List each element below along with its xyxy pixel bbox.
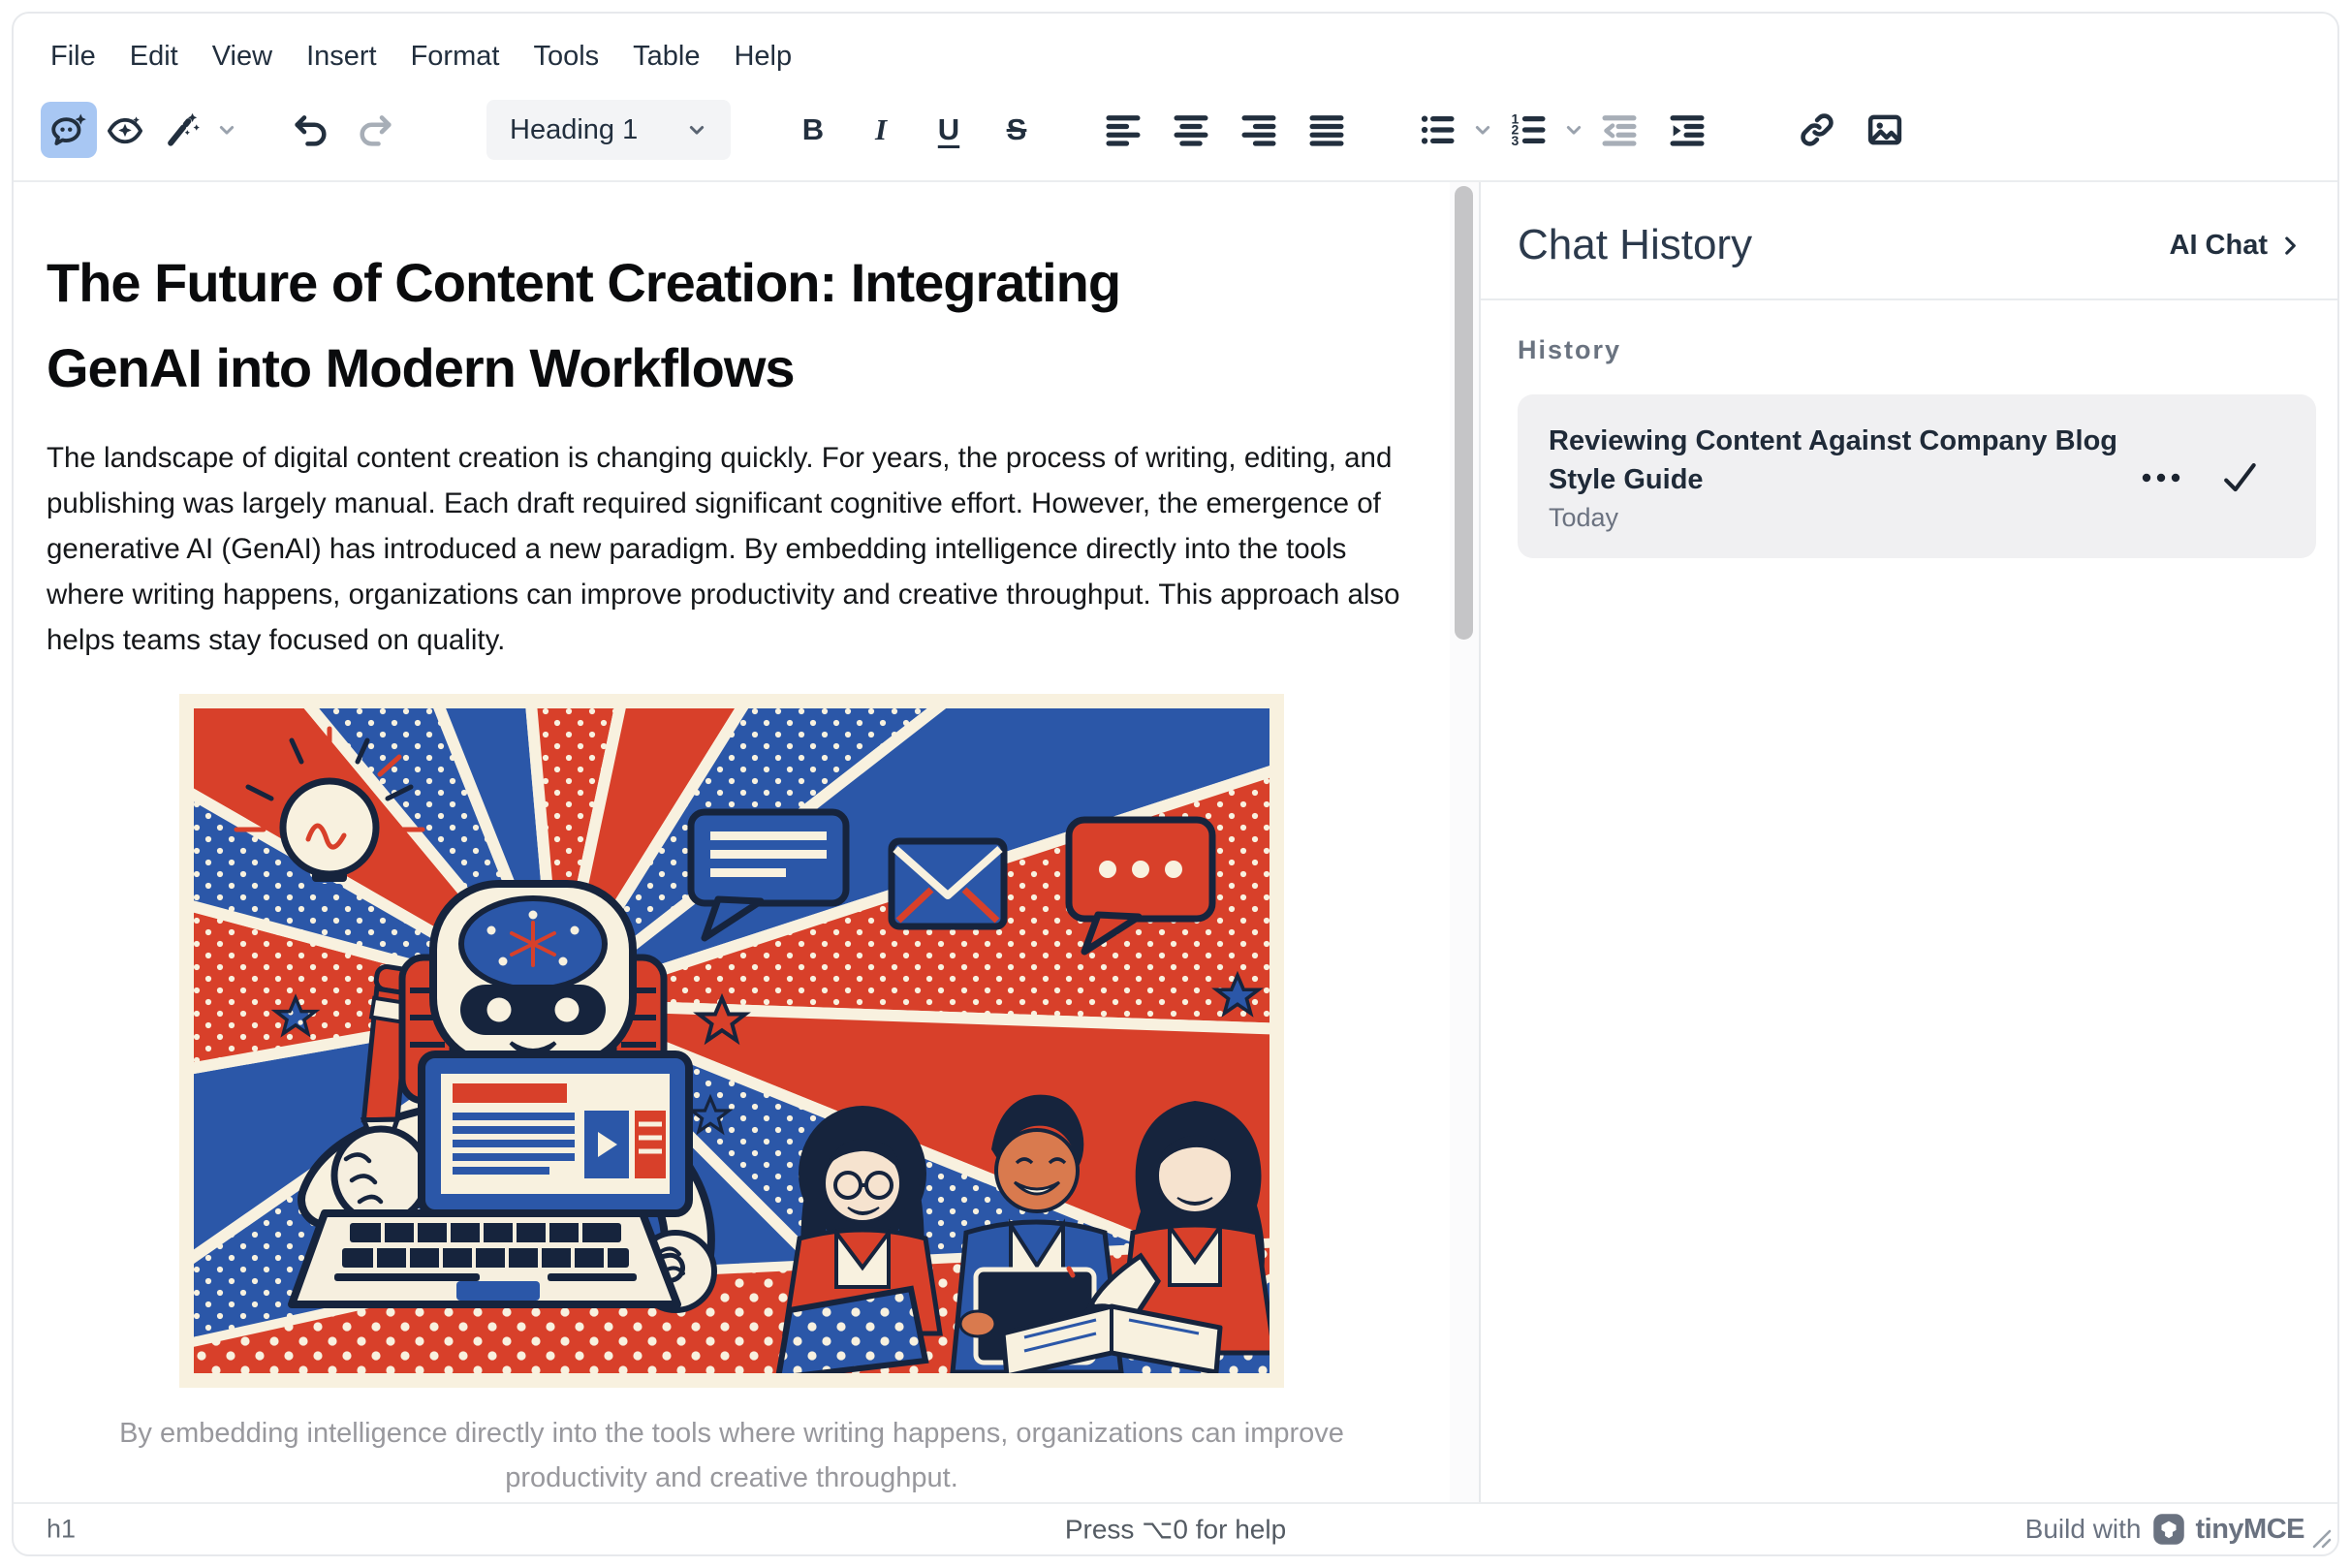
branding[interactable]: Build with tinyMCE bbox=[2025, 1512, 2304, 1547]
ai-chat-button[interactable] bbox=[41, 102, 97, 158]
ai-chat-link[interactable]: AI Chat bbox=[2170, 230, 2304, 262]
align-center-icon bbox=[1171, 110, 1211, 150]
menu-format[interactable]: Format bbox=[411, 41, 500, 73]
image-icon bbox=[1865, 110, 1905, 150]
link-button[interactable] bbox=[1789, 102, 1845, 158]
outdent-button[interactable] bbox=[1591, 102, 1647, 158]
history-item-text: Reviewing Content Against Company Blog S… bbox=[1549, 422, 2140, 533]
outdent-icon bbox=[1599, 110, 1640, 150]
chevron-down-icon bbox=[212, 115, 241, 144]
align-right-button[interactable] bbox=[1231, 102, 1287, 158]
document-paragraph: The landscape of digital content creatio… bbox=[47, 435, 1417, 663]
editor-content[interactable]: The Future of Content Creation: Integrat… bbox=[14, 182, 1450, 1502]
undo-button[interactable] bbox=[283, 102, 339, 158]
indent-icon bbox=[1667, 110, 1708, 150]
editor-pane[interactable]: The Future of Content Creation: Integrat… bbox=[14, 182, 1479, 1502]
underline-button[interactable]: U bbox=[921, 102, 977, 158]
italic-label: I bbox=[875, 112, 887, 147]
scrollbar-thumb[interactable] bbox=[1455, 186, 1473, 640]
bullet-list-dropdown[interactable] bbox=[1465, 102, 1500, 158]
heading-line-2: GenAI into Modern Workflows bbox=[47, 326, 1417, 411]
image-caption: By embedding intelligence directly into … bbox=[87, 1411, 1376, 1500]
redo-button[interactable] bbox=[347, 102, 403, 158]
menu-view[interactable]: View bbox=[212, 41, 272, 73]
ai-chat-icon bbox=[48, 110, 89, 150]
ai-shortcuts-dropdown[interactable] bbox=[209, 102, 244, 158]
toolbar: Heading 1 B I U S bbox=[14, 85, 2337, 182]
history-item-menu-button[interactable] bbox=[2140, 470, 2182, 486]
sidebar-divider bbox=[1481, 298, 2337, 300]
heading-line-1: The Future of Content Creation: Integrat… bbox=[47, 240, 1417, 326]
insert-image-button[interactable] bbox=[1857, 102, 1913, 158]
history-item-title: Reviewing Content Against Company Blog S… bbox=[1549, 422, 2120, 499]
link-icon bbox=[1797, 110, 1837, 150]
statusbar: h1 Press ⌥0 for help Build with tinyMCE bbox=[14, 1502, 2337, 1554]
menu-tools[interactable]: Tools bbox=[533, 41, 599, 73]
editor-window: File Edit View Insert Format Tools Table… bbox=[12, 12, 2339, 1556]
chat-history-sidebar: Chat History AI Chat History Reviewing C… bbox=[1479, 182, 2337, 1502]
ai-review-button[interactable] bbox=[97, 102, 153, 158]
branding-name: tinyMCE bbox=[2196, 1514, 2305, 1546]
bold-button[interactable]: B bbox=[785, 102, 841, 158]
ai-review-icon bbox=[105, 110, 145, 150]
menu-insert[interactable]: Insert bbox=[306, 41, 377, 73]
magic-wand-icon bbox=[161, 110, 202, 150]
branding-prefix: Build with bbox=[2025, 1514, 2142, 1545]
align-justify-button[interactable] bbox=[1299, 102, 1355, 158]
strikethrough-label: S bbox=[1007, 112, 1027, 147]
menu-file[interactable]: File bbox=[50, 41, 96, 73]
people-group bbox=[778, 1095, 1274, 1378]
align-left-icon bbox=[1103, 110, 1144, 150]
help-shortcut-text: Press ⌥0 for help bbox=[14, 1514, 2337, 1546]
underline-label: U bbox=[938, 112, 959, 147]
ai-shortcuts-button[interactable] bbox=[153, 102, 209, 158]
history-section-label: History bbox=[1518, 335, 2337, 365]
align-left-button[interactable] bbox=[1095, 102, 1151, 158]
history-item-actions bbox=[2140, 459, 2287, 496]
tinymce-logo-icon bbox=[2151, 1512, 2186, 1547]
bullet-list-button[interactable] bbox=[1409, 102, 1465, 158]
numbered-list-icon: 1 2 3 bbox=[1508, 110, 1549, 150]
align-center-button[interactable] bbox=[1163, 102, 1219, 158]
sidebar-header: Chat History AI Chat bbox=[1481, 182, 2337, 269]
numbered-list-button[interactable]: 1 2 3 bbox=[1500, 102, 1556, 158]
editor-scrollbar[interactable] bbox=[1450, 182, 1479, 1502]
italic-button[interactable]: I bbox=[853, 102, 909, 158]
checkmark-icon bbox=[2219, 459, 2260, 496]
sidebar-title: Chat History bbox=[1518, 221, 2170, 269]
email-icon bbox=[892, 841, 1004, 926]
format-select[interactable]: Heading 1 bbox=[486, 100, 731, 160]
svg-text:3: 3 bbox=[1512, 133, 1520, 148]
chevron-down-icon bbox=[1468, 115, 1497, 144]
main-area: The Future of Content Creation: Integrat… bbox=[14, 182, 2337, 1502]
chevron-down-icon bbox=[1559, 115, 1588, 144]
undo-icon bbox=[291, 110, 331, 150]
bullet-list-icon bbox=[1417, 110, 1458, 150]
history-item-selected-check bbox=[2219, 459, 2260, 496]
menu-help[interactable]: Help bbox=[734, 41, 792, 73]
menubar: File Edit View Insert Format Tools Table… bbox=[14, 14, 2337, 85]
align-justify-icon bbox=[1306, 110, 1347, 150]
ai-chat-link-label: AI Chat bbox=[2170, 230, 2269, 262]
menu-table[interactable]: Table bbox=[633, 41, 700, 73]
ellipsis-icon bbox=[2140, 470, 2182, 486]
document-heading: The Future of Content Creation: Integrat… bbox=[47, 240, 1417, 411]
resize-grip-icon[interactable] bbox=[2308, 1525, 2334, 1551]
bold-label: B bbox=[802, 112, 824, 147]
numbered-list-dropdown[interactable] bbox=[1556, 102, 1591, 158]
align-right-icon bbox=[1238, 110, 1279, 150]
format-select-value: Heading 1 bbox=[510, 114, 682, 146]
indent-button[interactable] bbox=[1659, 102, 1715, 158]
strikethrough-button[interactable]: S bbox=[988, 102, 1045, 158]
menu-edit[interactable]: Edit bbox=[130, 41, 178, 73]
history-item-date: Today bbox=[1549, 503, 2120, 533]
document-image[interactable] bbox=[179, 694, 1284, 1388]
redo-icon bbox=[355, 110, 395, 150]
popart-illustration bbox=[179, 694, 1284, 1388]
chevron-down-icon bbox=[682, 115, 711, 144]
chevron-right-icon bbox=[2277, 233, 2303, 258]
history-item[interactable]: Reviewing Content Against Company Blog S… bbox=[1518, 394, 2316, 558]
